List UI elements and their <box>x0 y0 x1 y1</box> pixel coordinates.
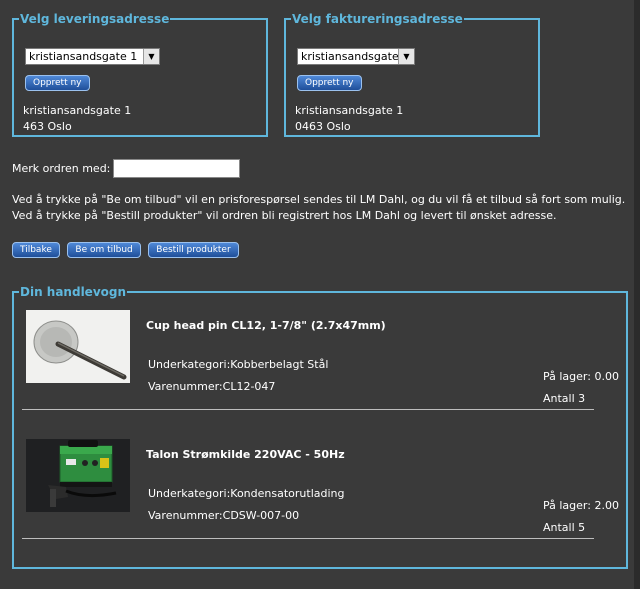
delivery-address-selected: kristiansandsgate 1 <box>29 50 138 63</box>
delivery-street: kristiansandsgate 1 <box>23 104 132 117</box>
cart-item-number: Varenummer:CL12-047 <box>148 380 276 393</box>
info-quote-text: Ved å trykke på "Be om tilbud" vil en pr… <box>12 193 626 206</box>
cart-item-quantity: Antall 3 <box>543 392 586 405</box>
chevron-down-icon[interactable]: ▼ <box>143 49 159 64</box>
page-edge <box>634 0 640 589</box>
billing-address-selected: kristiansandsgate 1 <box>301 50 410 63</box>
delivery-address-text: kristiansandsgate 1 463 Oslo <box>23 103 131 135</box>
delivery-address-select[interactable]: kristiansandsgate 1 ▼ <box>25 48 160 65</box>
delivery-address-legend: Velg leveringsadresse <box>20 12 170 26</box>
cart-item-subcategory: Underkategori:Kondensatorutlading <box>148 487 345 500</box>
welder-image <box>26 439 130 512</box>
billing-address-select[interactable]: kristiansandsgate 1 ▼ <box>297 48 415 65</box>
cart-item-number: Varenummer:CDSW-007-00 <box>148 509 300 522</box>
cart-item-subcategory: Underkategori:Kobberbelagt Stål <box>148 358 329 371</box>
billing-address-panel: Velg faktureringsadresse kristiansandsga… <box>284 12 540 137</box>
cart-item-quantity: Antall 5 <box>543 521 586 534</box>
cart-item-title: Talon Strømkilde 220VAC - 50Hz <box>146 448 345 461</box>
billing-address-legend: Velg faktureringsadresse <box>292 12 463 26</box>
cart-item-stock: På lager: 2.00 <box>543 499 619 512</box>
shopping-cart-legend: Din handlevogn <box>20 285 127 299</box>
billing-address-text: kristiansandsgate 1 0463 Oslo <box>295 103 403 135</box>
pin-image <box>26 310 130 383</box>
chevron-down-icon[interactable]: ▼ <box>398 49 414 64</box>
cart-item-divider <box>22 538 594 539</box>
cart-item-title: Cup head pin CL12, 1-7/8" (2.7x47mm) <box>146 319 386 332</box>
back-button[interactable]: Tilbake <box>12 242 60 258</box>
cart-item-stock: På lager: 0.00 <box>543 370 619 383</box>
action-buttons: Tilbake Be om tilbud Bestill produkter <box>12 242 243 258</box>
order-info-text: Ved å trykke på "Be om tilbud" vil en pr… <box>12 192 625 224</box>
order-mark-label: Merk ordren med: <box>12 162 111 175</box>
cart-item-divider <box>22 409 594 410</box>
order-products-button[interactable]: Bestill produkter <box>148 242 239 258</box>
delivery-city: 463 Oslo <box>23 120 72 133</box>
create-delivery-address-button[interactable]: Opprett ny <box>25 75 90 91</box>
delivery-address-panel: Velg leveringsadresse kristiansandsgate … <box>12 12 268 137</box>
info-order-text: Ved å trykke på "Bestill produkter" vil … <box>12 209 557 222</box>
request-quote-button[interactable]: Be om tilbud <box>67 242 141 258</box>
billing-city: 0463 Oslo <box>295 120 351 133</box>
order-mark-input[interactable] <box>113 159 240 178</box>
shopping-cart-panel: Din handlevogn Cup head pin CL12, 1-7/8"… <box>12 285 628 569</box>
create-billing-address-button[interactable]: Opprett ny <box>297 75 362 91</box>
billing-street: kristiansandsgate 1 <box>295 104 404 117</box>
